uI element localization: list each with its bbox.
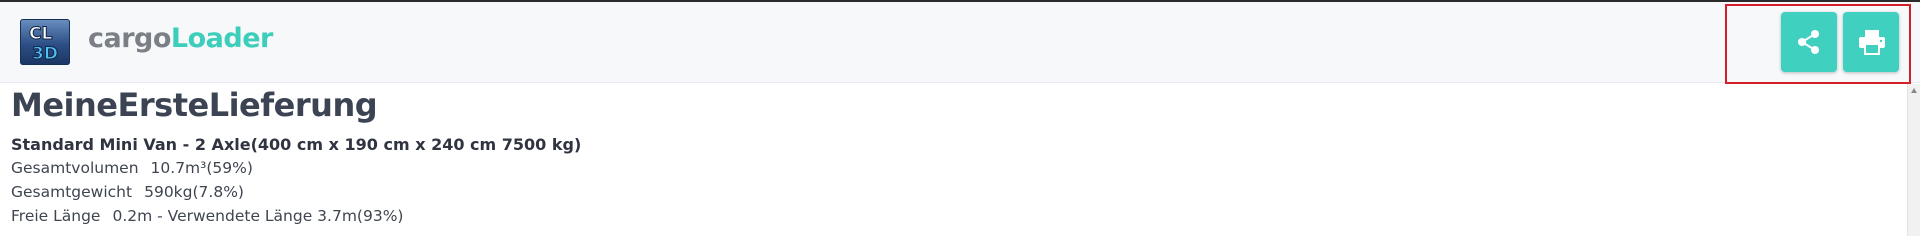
stat-value: 590kg(7.8%) [144,183,244,201]
stat-label: Freie Länge [11,207,101,225]
brand-name-part1: cargo [88,23,171,54]
brand-name-part2: Loader [170,23,273,54]
stat-value: 0.2m - Verwendete Länge 3.7m(93%) [112,207,404,225]
stat-total-weight: Gesamtgewicht 590kg(7.8%) [11,183,244,201]
stat-value: 10.7m³(59%) [150,159,253,177]
vehicle-description: Standard Mini Van - 2 Axle(400 cm x 190 … [11,135,582,154]
share-button[interactable] [1781,12,1837,72]
stat-label: Gesamtvolumen [11,159,139,177]
print-icon [1859,30,1885,55]
top-header: CL 3D cargoLoader [0,2,1920,83]
stat-label: Gesamtgewicht [11,183,133,201]
print-button[interactable] [1843,12,1899,72]
brand-name[interactable]: cargoLoader [88,23,273,54]
stat-free-length: Freie Länge 0.2m - Verwendete Länge 3.7m(… [11,207,403,225]
svg-text:CL: CL [29,24,52,44]
cl3d-logo-icon[interactable]: CL 3D [20,19,70,65]
page-title: MeineErsteLieferung [11,86,378,124]
share-icon [1798,30,1819,54]
vertical-scrollbar[interactable] [1907,84,1920,236]
stat-total-volume: Gesamtvolumen 10.7m³(59%) [11,159,253,177]
svg-text:3D: 3D [32,44,58,64]
scroll-up-icon[interactable] [1911,88,1917,93]
